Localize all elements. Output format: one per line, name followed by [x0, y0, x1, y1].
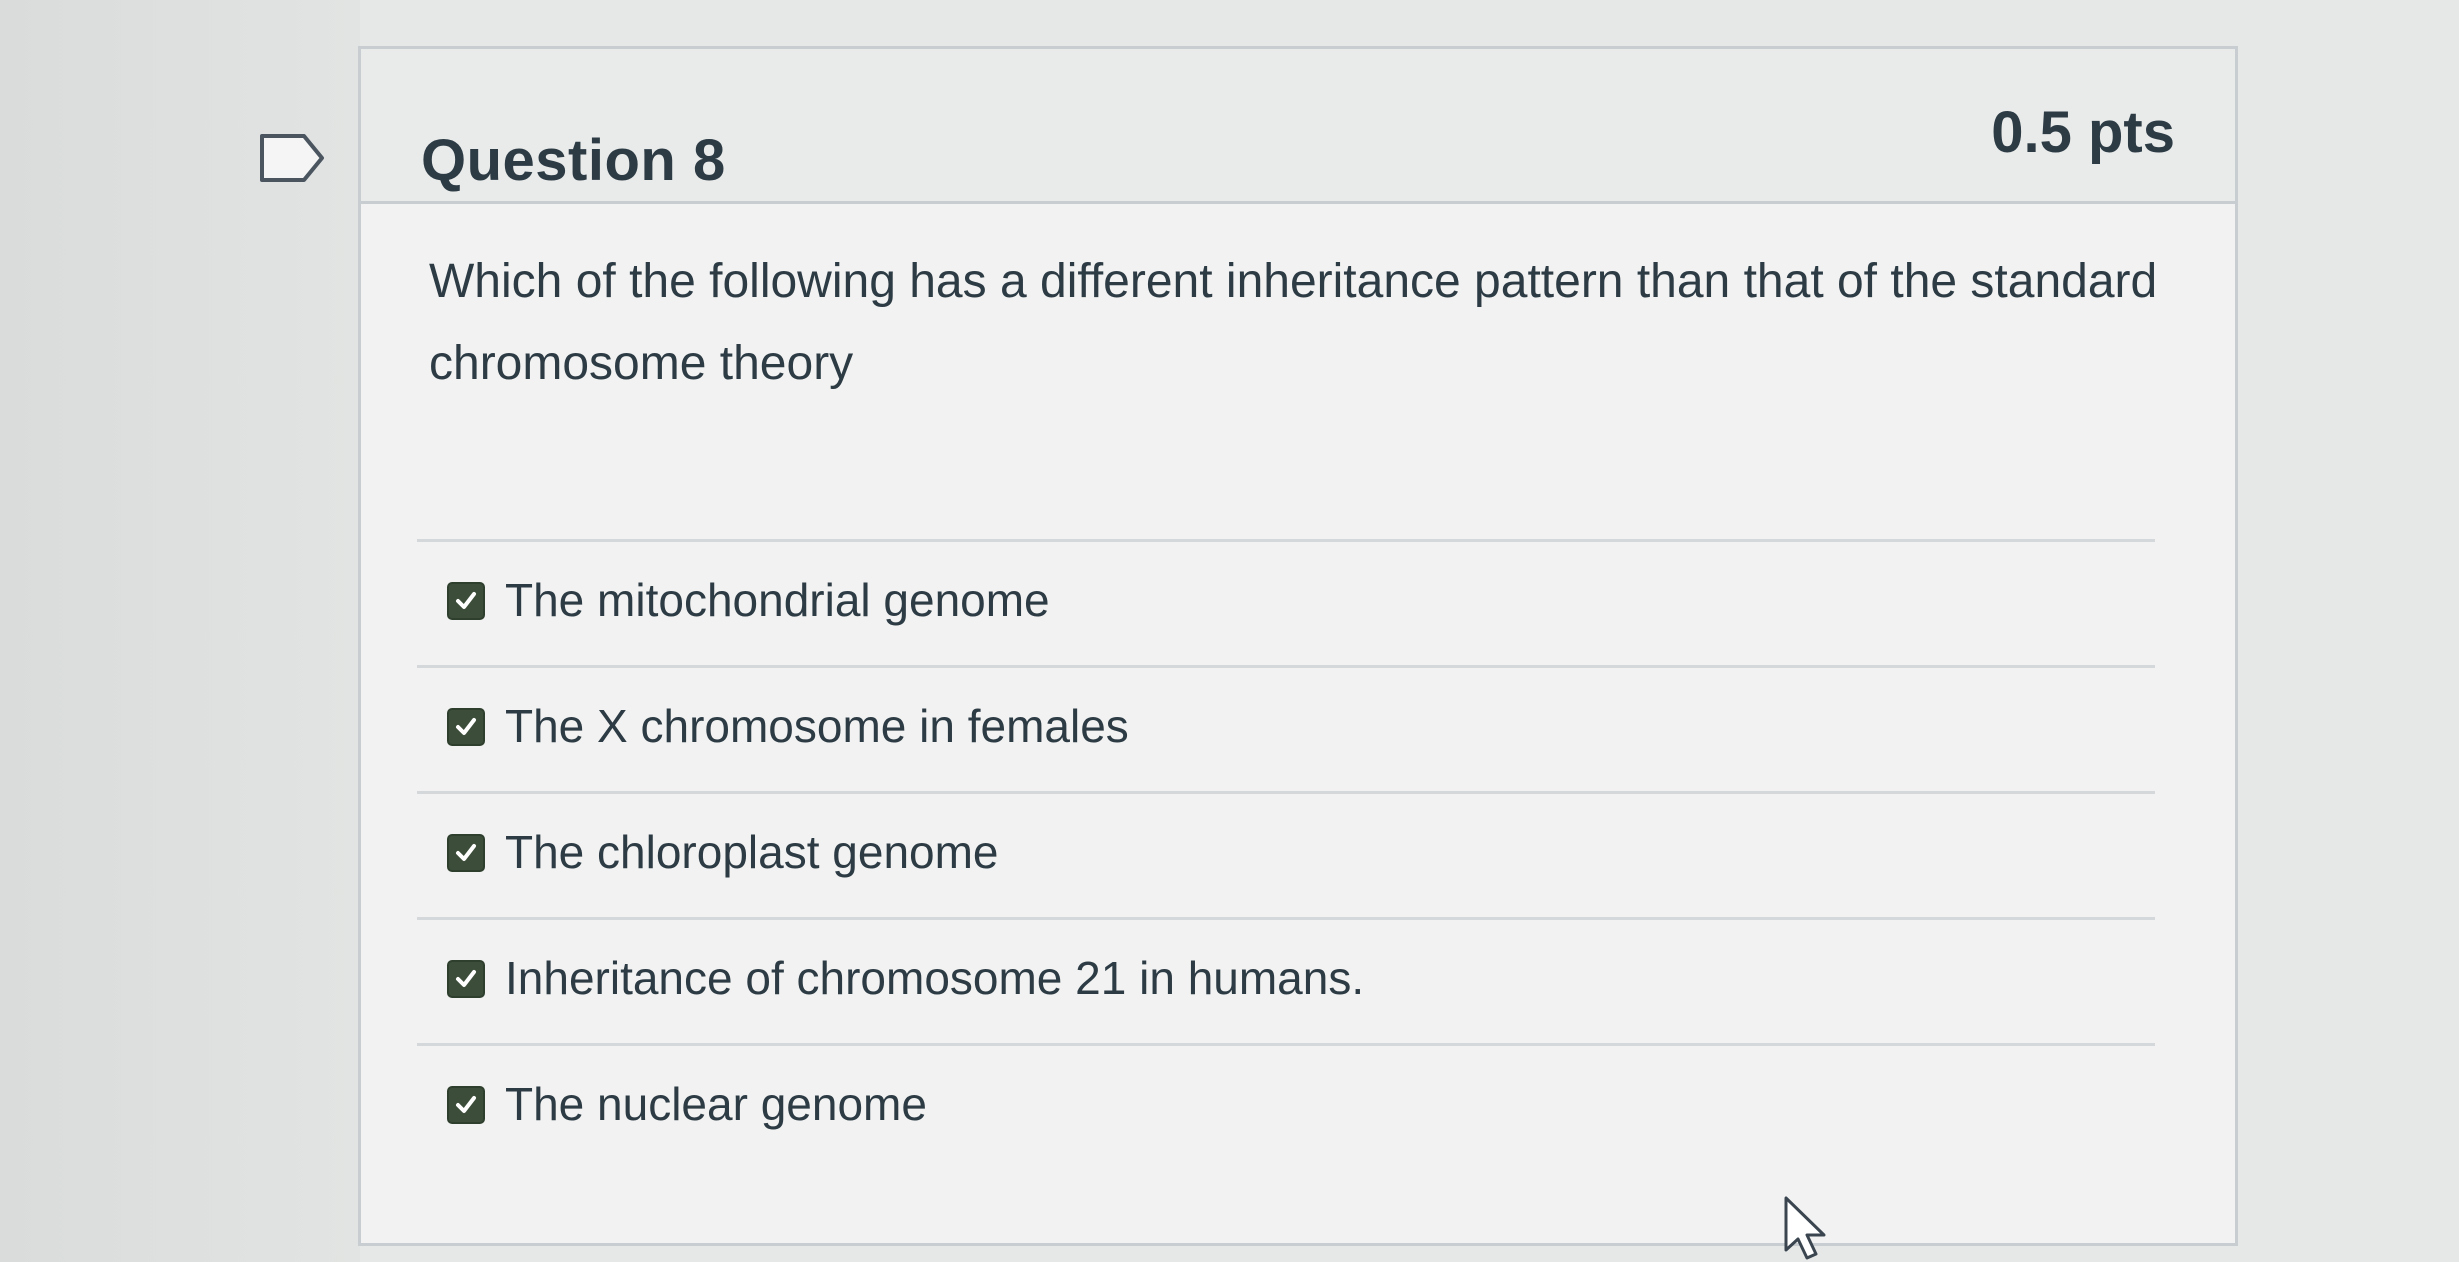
answer-label[interactable]: Inheritance of chromosome 21 in humans. — [505, 948, 1364, 1008]
checkmark-icon — [456, 718, 476, 735]
question-points: 0.5 pts — [1991, 100, 2175, 165]
checkbox-checked[interactable] — [447, 1086, 485, 1124]
answer-label[interactable]: The mitochondrial genome — [505, 570, 1050, 630]
question-text: Which of the following has a different i… — [429, 255, 2158, 390]
question-header: Question 8 0.5 pts — [361, 49, 2235, 204]
checkmark-icon — [456, 592, 476, 609]
answer-option[interactable]: The chloroplast genome — [417, 791, 2155, 917]
answer-label[interactable]: The nuclear genome — [505, 1074, 927, 1134]
flag-icon[interactable] — [258, 132, 326, 184]
checkbox-checked[interactable] — [447, 960, 485, 998]
answer-option[interactable]: The nuclear genome — [417, 1043, 2155, 1169]
answer-option[interactable]: The mitochondrial genome — [417, 539, 2155, 665]
question-card: Question 8 0.5 pts Which of the followin… — [358, 46, 2238, 1246]
question-title: Question 8 — [421, 128, 726, 193]
answer-option[interactable]: The X chromosome in females — [417, 665, 2155, 791]
checkbox-checked[interactable] — [447, 834, 485, 872]
answer-label[interactable]: The chloroplast genome — [505, 822, 999, 882]
checkmark-icon — [456, 844, 476, 861]
answer-label[interactable]: The X chromosome in females — [505, 696, 1129, 756]
page-background — [0, 0, 360, 1262]
checkbox-checked[interactable] — [447, 582, 485, 620]
checkbox-checked[interactable] — [447, 708, 485, 746]
checkmark-icon — [456, 1096, 476, 1113]
mouse-pointer-icon — [1784, 1196, 1826, 1260]
answer-list: The mitochondrial genome The X chromosom… — [417, 539, 2155, 1169]
answer-option[interactable]: Inheritance of chromosome 21 in humans. — [417, 917, 2155, 1043]
checkmark-icon — [456, 970, 476, 987]
